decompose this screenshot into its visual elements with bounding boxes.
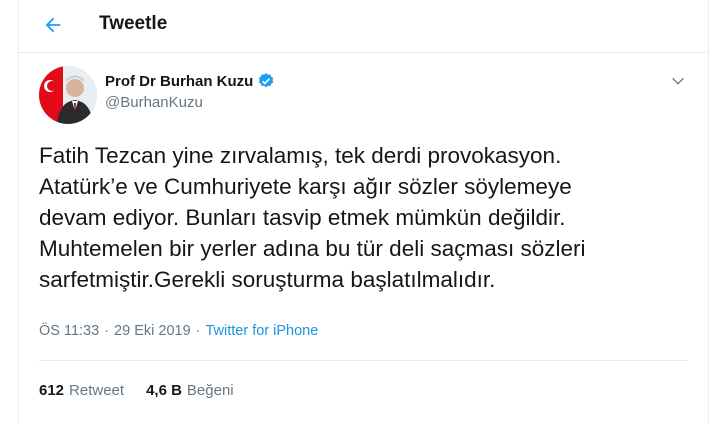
meta-separator: ·	[195, 323, 201, 339]
divider	[39, 360, 688, 361]
tweet-source-link[interactable]: Twitter for iPhone	[205, 323, 318, 339]
tweet-time[interactable]: ÖS 11:33	[39, 323, 99, 339]
avatar[interactable]	[39, 66, 97, 124]
tweet-line: devam ediyor. Bunları tasvip etmek mümkü…	[39, 205, 566, 230]
author-handle[interactable]: @BurhanKuzu	[105, 94, 203, 111]
tweet-stats: 612 Retweet 4,6 B Beğeni	[39, 382, 256, 399]
tweet-meta: ÖS 11:33 · 29 Eki 2019 · Twitter for iPh…	[39, 323, 318, 339]
retweets-label: Retweet	[69, 382, 125, 399]
tweet-text: Fatih Tezcan yine zırvalamış, tek derdi …	[39, 140, 699, 295]
tweet-line: Atatürk’e ve Cumhuriyete karşı ağır sözl…	[39, 174, 572, 199]
tweet-line: sarfetmiştir.Gerekli soruşturma başlatıl…	[39, 267, 496, 292]
likes-label: Beğeni	[186, 382, 234, 399]
back-button[interactable]	[39, 11, 67, 39]
retweets-count: 612	[39, 382, 65, 399]
arrow-left-icon	[45, 17, 61, 33]
likes-count: 4,6 B	[146, 382, 182, 399]
tweet-page: Tweetle Prof Dr Burhan Kuzu @BurhanKuzu …	[18, 0, 709, 424]
chevron-down-icon	[672, 77, 684, 85]
page-header: Tweetle	[19, 0, 708, 53]
tweet-author: Prof Dr Burhan Kuzu @BurhanKuzu	[39, 66, 689, 126]
tweet-line: Muhtemelen bir yerler adına bu tür deli …	[39, 236, 586, 261]
page-title: Tweetle	[99, 13, 168, 34]
tweet-date[interactable]: 29 Eki 2019	[114, 323, 191, 339]
retweets-stat[interactable]: 612 Retweet	[39, 382, 124, 399]
avatar-image	[39, 66, 97, 124]
meta-separator: ·	[104, 323, 110, 339]
author-name-row: Prof Dr Burhan Kuzu	[105, 72, 275, 90]
tweet-menu-button[interactable]	[667, 70, 689, 92]
author-name[interactable]: Prof Dr Burhan Kuzu	[105, 73, 253, 90]
likes-stat[interactable]: 4,6 B Beğeni	[146, 382, 234, 399]
tweet-line: Fatih Tezcan yine zırvalamış, tek derdi …	[39, 143, 562, 168]
verified-badge-icon	[259, 73, 274, 88]
